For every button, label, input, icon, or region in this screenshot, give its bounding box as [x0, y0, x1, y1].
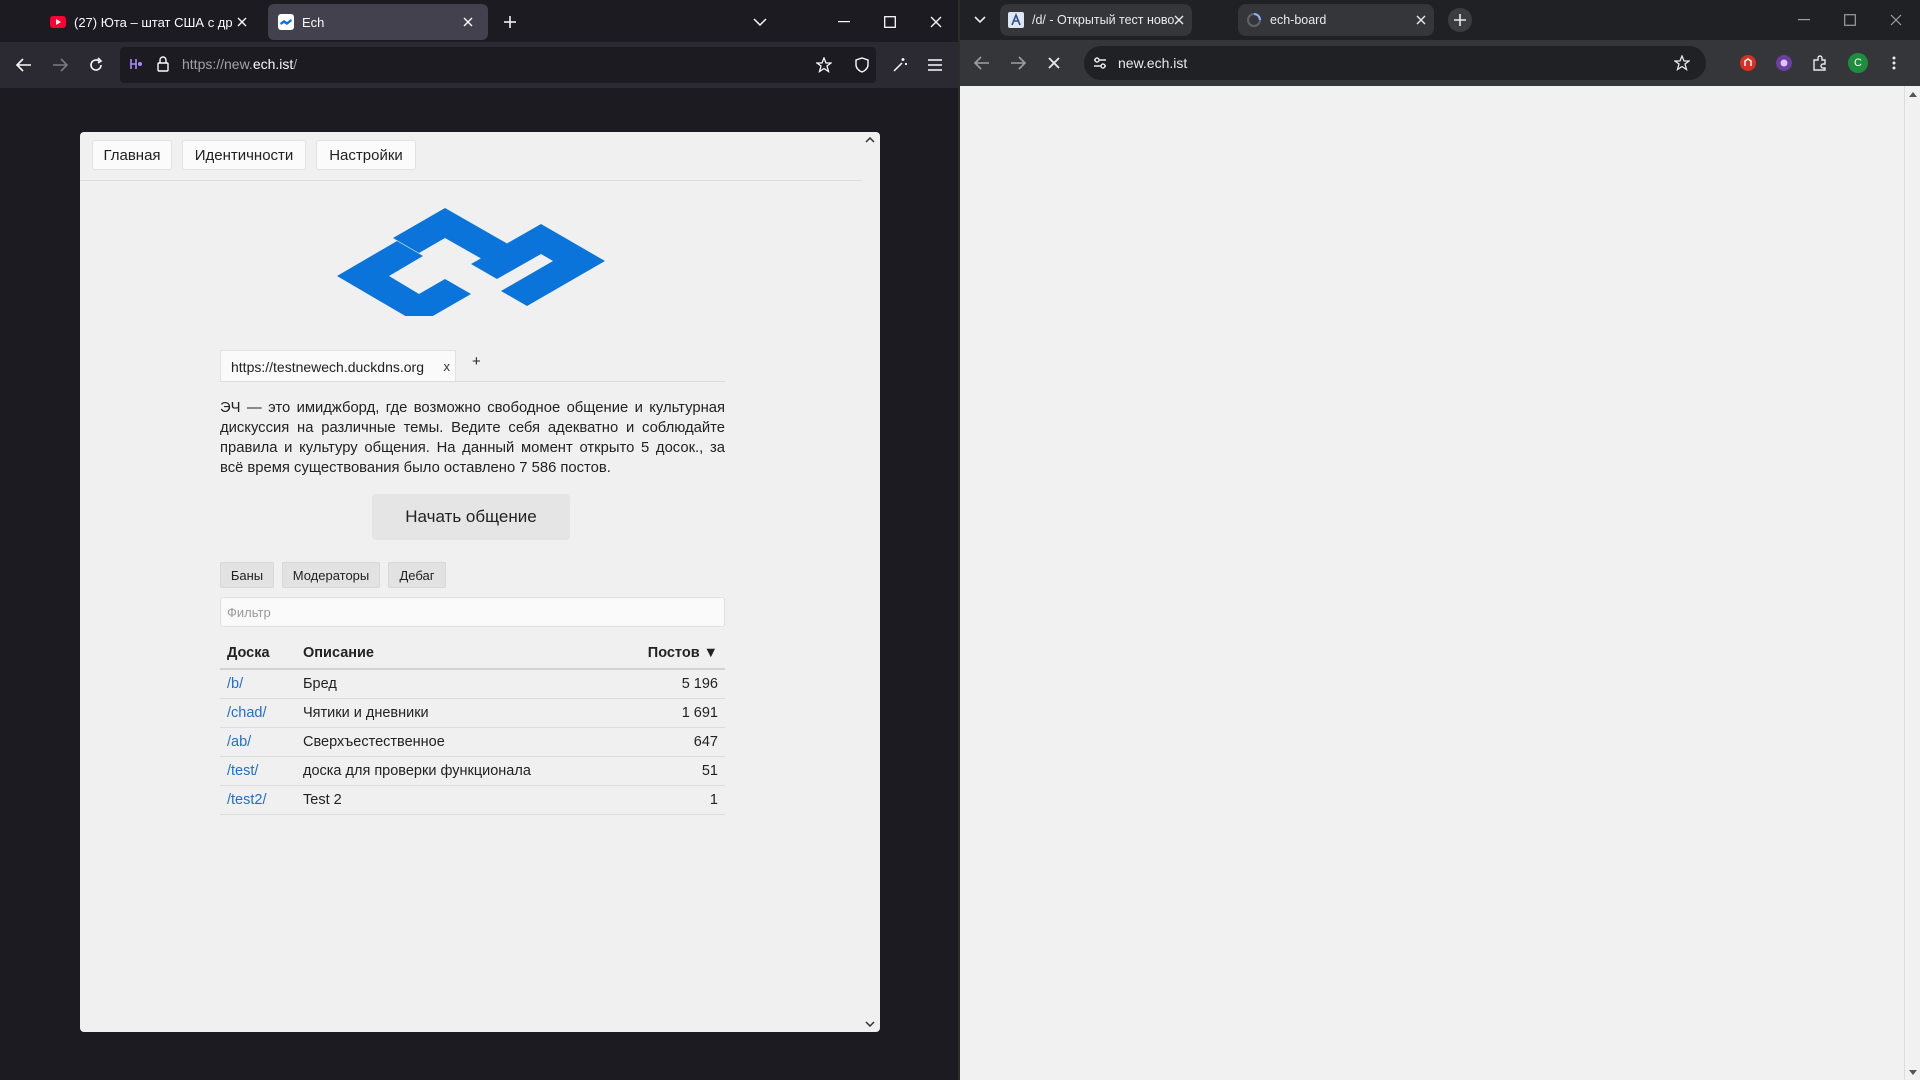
close-window-icon[interactable]	[1880, 4, 1912, 36]
filter-input[interactable]	[220, 597, 725, 627]
tab-title: /d/ - Открытый тест нового д...	[1032, 13, 1174, 27]
server-tab[interactable]: https://testnewech.duckdns.org x	[220, 350, 456, 382]
left-browser-window: (27) Юта – штат США с другой Ech https:/…	[0, 0, 960, 1080]
vertical-scrollbar[interactable]	[1904, 86, 1920, 1080]
right-browser-window: /d/ - Открытый тест нового д... ech-boar…	[960, 0, 1920, 1080]
permissions-icon[interactable]	[128, 56, 144, 72]
blank-loading-page	[960, 86, 1904, 1080]
nav-home-button[interactable]: Главная	[92, 140, 172, 170]
column-header-description[interactable]: Описание	[296, 638, 615, 670]
loading-icon	[1246, 12, 1262, 28]
board-description: Test 2	[296, 785, 615, 815]
board-description: Сверхъестественное	[296, 727, 615, 757]
table-row: /test/ доска для проверки функционала 51	[220, 756, 725, 786]
tab-youtube[interactable]: (27) Юта – штат США с другой	[40, 4, 262, 40]
board-post-count: 5 196	[614, 669, 725, 699]
bookmark-star-icon[interactable]	[808, 49, 840, 81]
close-tab-icon[interactable]	[232, 12, 252, 32]
add-server-icon[interactable]: +	[472, 353, 481, 370]
tab-ech[interactable]: Ech	[268, 4, 488, 40]
tab-list-chevron-icon[interactable]	[744, 6, 776, 38]
bookmark-star-icon[interactable]	[1666, 47, 1698, 79]
red-extension-icon[interactable]	[1732, 47, 1764, 79]
scroll-up-icon[interactable]	[1905, 86, 1920, 102]
board-post-count: 1 691	[614, 698, 725, 728]
hamburger-menu-icon[interactable]	[919, 49, 951, 81]
start-chat-button[interactable]: Начать общение	[372, 494, 570, 540]
tab-board-d[interactable]: /d/ - Открытый тест нового д...	[1000, 4, 1192, 36]
back-arrow-icon[interactable]	[966, 47, 998, 79]
close-tab-icon[interactable]	[458, 12, 478, 32]
debug-button[interactable]: Дебаг	[388, 562, 446, 588]
nav-identities-button[interactable]: Идентичности	[182, 140, 306, 170]
table-row: /chad/ Чятики и дневники 1 691	[220, 698, 725, 728]
close-window-icon[interactable]	[920, 6, 952, 38]
tab-title: ech-board	[1270, 13, 1327, 27]
tab-title: Ech	[302, 14, 325, 30]
tab-search-chevron-icon[interactable]	[964, 4, 996, 36]
new-tab-icon[interactable]	[1444, 4, 1476, 36]
table-row: /test2/ Test 2 1	[220, 785, 725, 815]
stop-loading-icon[interactable]	[1038, 47, 1070, 79]
board-description: доска для проверки функционала	[296, 756, 615, 786]
tab-ech-board[interactable]: ech-board	[1238, 4, 1434, 36]
tab-title: (27) Юта – штат США с другой	[74, 14, 232, 30]
close-tab-icon[interactable]	[1416, 15, 1426, 25]
site-info-tune-icon[interactable]	[1092, 55, 1108, 71]
bans-button[interactable]: Баны	[220, 562, 274, 588]
table-row: /ab/ Сверхъестественное 647	[220, 727, 725, 757]
ech-page: Главная Идентичности Настройки https://t…	[80, 132, 880, 1032]
board-link[interactable]: /test/	[227, 763, 258, 779]
maximize-icon[interactable]	[874, 6, 906, 38]
new-tab-icon[interactable]	[494, 6, 526, 38]
server-tab-label: https://testnewech.duckdns.org	[231, 358, 424, 375]
kebab-menu-icon[interactable]	[1878, 47, 1910, 79]
column-header-board[interactable]: Доска	[220, 638, 296, 670]
table-header-row: Доска Описание Постов ▼	[220, 638, 725, 670]
forward-arrow-icon[interactable]	[1002, 47, 1034, 79]
board-link[interactable]: /chad/	[227, 705, 267, 721]
lock-icon[interactable]	[156, 56, 170, 72]
ech-favicon	[278, 14, 294, 30]
puzzle-extensions-icon[interactable]	[1804, 47, 1836, 79]
ech-logo	[337, 208, 605, 316]
reload-icon[interactable]	[80, 49, 112, 81]
boards-table: Доска Описание Постов ▼ /b/ Бред 5 196 /…	[220, 638, 725, 815]
board-description: Бред	[296, 669, 615, 699]
column-header-posts[interactable]: Постов ▼	[614, 638, 725, 670]
extensions-sparkle-icon[interactable]	[884, 49, 916, 81]
scroll-down-icon[interactable]	[862, 1016, 878, 1032]
avatar-initial: C	[1854, 57, 1862, 69]
forward-arrow-icon[interactable]	[44, 49, 76, 81]
logo-shape-1	[337, 241, 471, 316]
nav-settings-button[interactable]: Настройки	[316, 140, 416, 170]
scroll-up-icon[interactable]	[862, 132, 878, 148]
board-link[interactable]: /ab/	[227, 734, 251, 750]
maximize-icon[interactable]	[1834, 4, 1866, 36]
server-tab-close-icon[interactable]: x	[444, 359, 451, 374]
board-post-count: 51	[614, 756, 725, 786]
table-row: /b/ Бред 5 196	[220, 669, 725, 699]
shield-icon[interactable]	[846, 49, 878, 81]
close-tab-icon[interactable]	[1174, 15, 1184, 25]
moderators-button[interactable]: Модераторы	[282, 562, 380, 588]
site-description: ЭЧ — это имиджборд, где возможно свободн…	[220, 400, 725, 476]
board-favicon	[1008, 12, 1024, 28]
board-link[interactable]: /b/	[227, 676, 243, 692]
nav-separator	[80, 180, 862, 181]
minimize-icon[interactable]	[1788, 4, 1820, 36]
youtube-icon	[50, 16, 66, 28]
board-post-count: 1	[614, 785, 725, 815]
url-text: new.ech.ist	[1118, 55, 1188, 71]
minimize-icon[interactable]	[828, 6, 860, 38]
url-text: https://new.ech.ist/	[182, 56, 298, 72]
board-description: Чятики и дневники	[296, 698, 615, 728]
purple-extension-icon[interactable]	[1768, 47, 1800, 79]
avatar[interactable]: C	[1842, 47, 1874, 79]
board-link[interactable]: /test2/	[227, 792, 267, 808]
back-arrow-icon[interactable]	[8, 49, 40, 81]
scroll-down-icon[interactable]	[1905, 1064, 1920, 1080]
server-tabs-underline	[220, 381, 725, 382]
board-post-count: 647	[614, 727, 725, 757]
